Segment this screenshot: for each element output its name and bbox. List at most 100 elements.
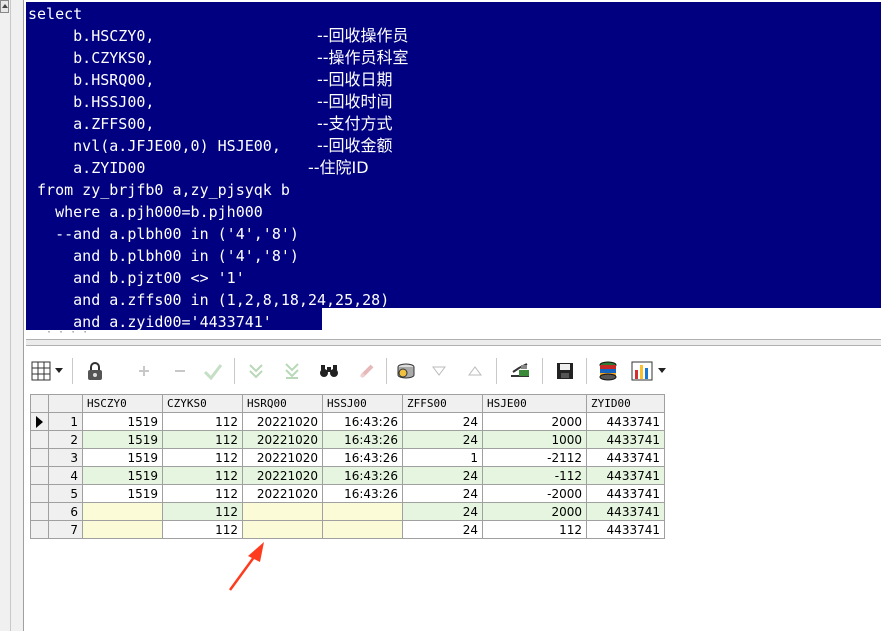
grid-cell[interactable]: 4433741	[586, 448, 665, 467]
grid-cell[interactable]: 1519	[82, 430, 163, 449]
grid-cell[interactable]	[82, 502, 163, 521]
grid-cell[interactable]	[322, 502, 403, 521]
row-indicator[interactable]	[30, 502, 49, 521]
row-indicator[interactable]	[30, 466, 49, 485]
table-row[interactable]: 1 1519 112 20221020 16:43:26 24 2000 4433741	[30, 412, 665, 431]
col-header-hsje00[interactable]: HSJE00	[482, 394, 587, 413]
table-row[interactable]: 7 112 24 112 4433741	[30, 520, 665, 539]
grid-cell[interactable]: 2000	[482, 412, 587, 431]
col-header-zffs00[interactable]: ZFFS00	[402, 394, 483, 413]
grid-cell[interactable]: 112	[162, 520, 243, 539]
col-header-hsczy0[interactable]: HSCZY0	[82, 394, 163, 413]
grid-cell[interactable]: 4433741	[586, 520, 665, 539]
code-comment: --回收金额	[316, 136, 393, 155]
col-header-czyks0[interactable]: CZYKS0	[162, 394, 243, 413]
grid-cell[interactable]: 1000	[482, 430, 587, 449]
result-grid[interactable]: HSCZY0 CZYKS0 HSRQ00 HSSJ00 ZFFS00 HSJE0…	[30, 394, 665, 539]
next-record-icon[interactable]	[246, 358, 266, 384]
grid-cell[interactable]: 24	[402, 520, 483, 539]
grid-cell[interactable]: 1519	[82, 466, 163, 485]
row-number: 3	[48, 448, 83, 467]
post-record-icon[interactable]	[202, 358, 224, 384]
code-text: a.ZYID00	[28, 159, 308, 177]
row-indicator[interactable]	[30, 520, 49, 539]
grid-cell[interactable]: 4433741	[586, 502, 665, 521]
grid-cell[interactable]: -2000	[482, 484, 587, 503]
grid-cell[interactable]: 4433741	[586, 466, 665, 485]
code-line: --and a.plbh00 in ('4','8')	[28, 223, 299, 245]
table-row[interactable]: 3 1519 112 20221020 16:43:26 1 -2112 4433741	[30, 448, 665, 467]
filter-up-icon[interactable]	[466, 358, 484, 384]
table-row[interactable]: 4 1519 112 20221020 16:43:26 24 -112 4433741	[30, 466, 665, 485]
grid-cell[interactable]: 1519	[82, 484, 163, 503]
grid-cell[interactable]	[242, 502, 323, 521]
grid-cell[interactable]: 112	[162, 448, 243, 467]
col-header-zyid00[interactable]: ZYID00	[586, 394, 665, 413]
add-record-icon[interactable]	[134, 358, 154, 384]
table-row[interactable]: 6 112 24 2000 4433741	[30, 502, 665, 521]
grid-cell[interactable]: 16:43:26	[322, 448, 403, 467]
grid-cell[interactable]: 16:43:26	[322, 484, 403, 503]
code-line: and b.pjzt00 <> '1'	[28, 267, 245, 289]
grid-cell[interactable]: 16:43:26	[322, 430, 403, 449]
dropdown-icon[interactable]	[53, 358, 65, 384]
grid-cell[interactable]: 24	[402, 484, 483, 503]
grid-body: 1 1519 112 20221020 16:43:26 24 2000 4433741 2 15…	[30, 412, 665, 539]
grid-cell[interactable]: 112	[162, 430, 243, 449]
row-indicator[interactable]	[30, 484, 49, 503]
row-indicator[interactable]	[30, 448, 49, 467]
table-row[interactable]: 2 1519 112 20221020 16:43:26 24 1000 4433741	[30, 430, 665, 449]
sql-editor[interactable]: select b.HSCZY0, --回收操作员 b.CZYKS0, --操作员…	[26, 2, 881, 338]
grid-cell[interactable]: 20221020	[242, 466, 323, 485]
grid-cell[interactable]: 112	[162, 466, 243, 485]
grid-cell[interactable]: 1519	[82, 448, 163, 467]
grid-cell[interactable]: -112	[482, 466, 587, 485]
delete-record-icon[interactable]	[170, 358, 190, 384]
table-row[interactable]: 5 1519 112 20221020 16:43:26 24 -2000 4433741	[30, 484, 665, 503]
row-indicator[interactable]	[30, 412, 49, 431]
grid-cell[interactable]: 2000	[482, 502, 587, 521]
grid-cell[interactable]: 16:43:26	[322, 466, 403, 485]
lock-icon[interactable]	[84, 358, 106, 384]
grid-cell[interactable]: 20221020	[242, 412, 323, 431]
grid-cell[interactable]: 24	[402, 502, 483, 521]
header-indicator	[30, 394, 49, 413]
grid-cell[interactable]: 112	[162, 502, 243, 521]
scroll-up-icon[interactable]	[0, 0, 9, 13]
grid-cell[interactable]: 24	[402, 466, 483, 485]
filter-down-icon[interactable]	[430, 358, 448, 384]
grid-cell[interactable]: 20221020	[242, 430, 323, 449]
row-indicator[interactable]	[30, 430, 49, 449]
clear-icon[interactable]	[356, 358, 378, 384]
grid-cell[interactable]: 20221020	[242, 448, 323, 467]
col-header-hssj00[interactable]: HSSJ00	[322, 394, 403, 413]
grid-cell[interactable]	[322, 520, 403, 539]
query-icon[interactable]	[394, 358, 418, 384]
grid-cell[interactable]: 4433741	[586, 484, 665, 503]
grid-cell[interactable]: 1519	[82, 412, 163, 431]
grid-cell[interactable]	[82, 520, 163, 539]
chart-dropdown-icon[interactable]	[656, 358, 668, 384]
grid-cell[interactable]: 24	[402, 412, 483, 431]
grid-view-icon[interactable]	[30, 358, 52, 384]
save-icon[interactable]	[554, 358, 576, 384]
grid-cell[interactable]: 16:43:26	[322, 412, 403, 431]
grid-cell[interactable]: -2112	[482, 448, 587, 467]
grid-cell[interactable]	[242, 520, 323, 539]
pane-splitter[interactable]	[26, 339, 881, 346]
grid-cell[interactable]: 112	[162, 412, 243, 431]
grid-cell[interactable]: 1	[402, 448, 483, 467]
grid-cell[interactable]: 112	[162, 484, 243, 503]
grid-cell[interactable]: 24	[402, 430, 483, 449]
grid-cell[interactable]: 112	[482, 520, 587, 539]
grid-cell[interactable]: 4433741	[586, 412, 665, 431]
last-record-icon[interactable]	[282, 358, 302, 384]
export-icon[interactable]	[508, 358, 532, 384]
grid-cell[interactable]: 20221020	[242, 484, 323, 503]
grid-cell[interactable]: 4433741	[586, 430, 665, 449]
chart-icon[interactable]	[630, 358, 654, 384]
find-icon[interactable]	[318, 358, 340, 384]
col-header-hsrq00[interactable]: HSRQ00	[242, 394, 323, 413]
database-icon[interactable]	[596, 358, 620, 384]
header-rownum	[48, 394, 83, 413]
